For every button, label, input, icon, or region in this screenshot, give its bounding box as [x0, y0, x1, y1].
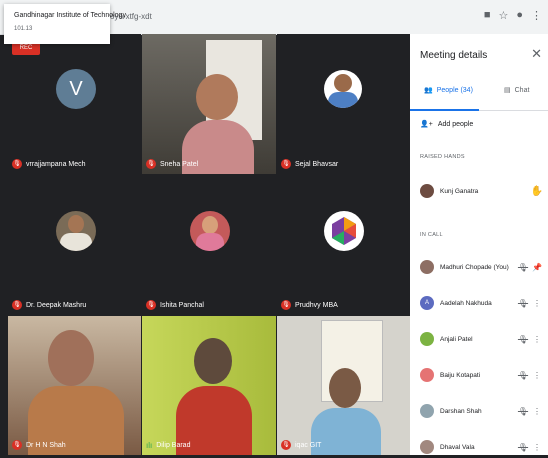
tab-chat[interactable]: ▤ Chat [504, 86, 529, 95]
person-head [196, 74, 238, 120]
mic-off-icon[interactable]: 🎙 [516, 443, 530, 452]
mic-off-icon: 🎙 [281, 440, 291, 450]
participant-avatar: V [56, 69, 96, 109]
more-vert-icon[interactable]: ⋮ [531, 9, 542, 22]
mic-off-icon: 🎙 [12, 440, 22, 450]
mic-off-icon: 🎙 [281, 300, 291, 310]
tile-name: ılı Dilip Barad [146, 441, 191, 450]
meeting-details-panel: Meeting details ✕ 👥 People (34) ▤ Chat 👤… [410, 34, 548, 455]
participant-name: Madhuri Chopade (You) [440, 263, 509, 271]
tile-name: 🎙 Sneha Patel [146, 159, 199, 169]
video-icon[interactable]: ■ [484, 9, 491, 22]
more-vert-icon[interactable]: ⋮ [530, 407, 544, 416]
participant-row[interactable]: Baiju Kotapati 🎙 ⋮ [420, 364, 544, 386]
video-tile[interactable]: 🎙 iqac GIT [277, 316, 410, 455]
raised-hands-header: RAISED HANDS [420, 154, 465, 160]
participant-row[interactable]: A Aadelah Nakhuda 🎙 ⋮ [420, 292, 544, 314]
person-head [329, 368, 361, 408]
site-popup: Gandhinagar Institute of Technology 101.… [4, 4, 126, 44]
participant-name: Darshan Shah [440, 407, 482, 415]
mic-off-icon: 🎙 [12, 300, 22, 310]
video-tile[interactable]: V 🎙 vrrajjampana Mech [8, 34, 141, 174]
participant-photo [56, 211, 96, 251]
participant-photo [324, 70, 362, 108]
video-grid: V 🎙 vrrajjampana Mech 🎙 Sneha Patel 🎙 Sejal… [8, 34, 410, 455]
participant-name: Aadelah Nakhuda [440, 299, 492, 307]
video-tile[interactable]: 🎙 Ishita Panchal [142, 175, 276, 315]
panel-title: Meeting details [420, 50, 488, 61]
participant-name: Kunj Ganatra [440, 187, 479, 195]
video-tile[interactable]: 🎙 Sejal Bhavsar [277, 34, 410, 174]
tile-name: 🎙 Dr. Deepak Mashru [12, 300, 87, 310]
participant-row[interactable]: Madhuri Chopade (You) 🎙 📌 [420, 256, 544, 278]
toolbar-icons: ■ ☆ ● ⋮ [484, 9, 542, 22]
mic-off-icon[interactable]: 🎙 [516, 263, 530, 272]
video-tile[interactable]: 🎙 Sneha Patel [142, 34, 276, 174]
site-popup-title: Gandhinagar Institute of Technology [14, 12, 126, 19]
tile-name: 🎙 vrrajjampana Mech [12, 159, 86, 169]
video-tile[interactable]: ılı Dilip Barad [142, 316, 276, 455]
avatar [420, 440, 434, 454]
participant-name: Baiju Kotapati [440, 371, 481, 379]
pin-icon[interactable]: 📌 [530, 263, 544, 272]
tile-name: 🎙 Dr H N Shah [12, 440, 66, 450]
mic-off-icon[interactable]: 🎙 [516, 371, 530, 380]
more-vert-icon[interactable]: ⋮ [530, 335, 544, 344]
tile-name: 🎙 Ishita Panchal [146, 300, 204, 310]
tab-people[interactable]: 👥 People (34) [424, 86, 473, 95]
mic-off-icon[interactable]: 🎙 [516, 299, 530, 308]
add-people-button[interactable]: 👤+ Add people [420, 120, 473, 129]
person-head [48, 330, 94, 386]
person-head [194, 338, 232, 384]
avatar [420, 260, 434, 274]
star-icon[interactable]: ☆ [498, 9, 508, 22]
mic-on-icon: ılı [146, 441, 153, 450]
person-body [311, 408, 381, 455]
more-vert-icon[interactable]: ⋮ [530, 443, 544, 452]
mic-off-icon[interactable]: 🎙 [516, 407, 530, 416]
video-tile[interactable]: 🎙 Dr H N Shah [8, 316, 141, 455]
participant-name: Anjali Patel [440, 335, 473, 343]
mic-off-icon: 🎙 [146, 300, 156, 310]
participant-photo [190, 211, 230, 251]
extension-icon[interactable]: ● [516, 9, 523, 22]
avatar [420, 332, 434, 346]
participant-row[interactable]: Anjali Patel 🎙 ⋮ [420, 328, 544, 350]
chat-icon: ▤ [504, 87, 511, 94]
mic-off-icon: 🎙 [281, 159, 291, 169]
avatar [420, 404, 434, 418]
participant-row[interactable]: Darshan Shah 🎙 ⋮ [420, 400, 544, 422]
mic-off-icon[interactable]: 🎙 [516, 335, 530, 344]
logo-icon [332, 217, 356, 245]
more-vert-icon[interactable]: ⋮ [530, 299, 544, 308]
in-call-header: IN CALL [420, 232, 443, 238]
mic-off-icon: 🎙 [12, 159, 22, 169]
site-popup-subtitle: 101.13 [14, 26, 33, 32]
add-person-icon: 👤+ [420, 121, 433, 128]
close-icon[interactable]: ✕ [531, 46, 542, 62]
people-icon: 👥 [424, 87, 433, 94]
avatar: A [420, 296, 434, 310]
mic-off-icon: 🎙 [146, 159, 156, 169]
avatar [420, 368, 434, 382]
participant-logo [324, 211, 364, 251]
video-tile[interactable]: 🎙 Prudhvy MBA [277, 175, 410, 315]
tile-name: 🎙 Prudhvy MBA [281, 300, 338, 310]
raised-hand-icon[interactable]: ✋ [530, 186, 544, 197]
more-vert-icon[interactable]: ⋮ [530, 371, 544, 380]
avatar [420, 184, 434, 198]
raised-hand-row: Kunj Ganatra ✋ [420, 180, 544, 202]
active-tab-indicator [410, 109, 479, 111]
tile-name: 🎙 iqac GIT [281, 440, 322, 450]
video-tile[interactable]: 🎙 Dr. Deepak Mashru [8, 175, 141, 315]
participant-name: Dhaval Vala [440, 443, 475, 451]
tile-name: 🎙 Sejal Bhavsar [281, 159, 339, 169]
